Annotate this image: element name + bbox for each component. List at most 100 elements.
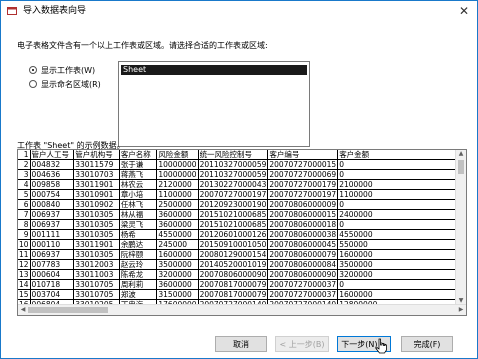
table-cell: 章小培 [119, 189, 158, 200]
table-row: 9 001111 33010305 杨希 4550000 20120601000126 20… [18, 229, 466, 240]
vertical-scrollbar[interactable]: ▲ ▼ [455, 150, 466, 305]
preview-grid[interactable]: 1 管户人工号 管户机构号 客户名称 风险金额 统一风险控制号 客户编号 客户金额 2 00483… [17, 149, 467, 316]
horizontal-scrollbar[interactable]: ◀ ▶ [18, 304, 466, 315]
table-cell: 管户机构号 [73, 150, 120, 160]
table-cell: 0 [337, 279, 466, 290]
table-cell: 3200000 [337, 269, 466, 280]
back-button[interactable]: < 上一步(B) [275, 336, 329, 352]
table-row: 14 010718 33010705 周利莉 3600000 20070817000079… [18, 279, 466, 290]
table-cell: 客户编号 [267, 150, 339, 160]
table-cell: 1100000 [156, 189, 199, 200]
table-cell: 蒋燕飞 [119, 169, 158, 180]
table-cell: 33012003 [73, 259, 120, 270]
table-cell: 4550000 [337, 229, 466, 240]
show-named-ranges-option[interactable]: 显示命名区域(R) [29, 78, 101, 90]
table-cell: 20120601000126 [198, 229, 269, 240]
table-cell: 林农云 [119, 179, 158, 190]
table-row: 3 004636 33010703 蒋燕飞 10000000 20110327000059… [18, 169, 466, 180]
table-row: 2 004832 33011579 张于谦 10000000 20110327000059… [18, 159, 466, 170]
table-cell: 004636 [30, 169, 75, 180]
close-button[interactable]: ✕ [455, 3, 473, 19]
table-cell: 550000 [337, 239, 466, 250]
table-cell: 009858 [30, 179, 75, 190]
row-number-cell: 9 [18, 229, 31, 240]
show-worksheets-option[interactable]: 显示工作表(W) [29, 64, 95, 76]
table-cell: 20070806000090 [267, 269, 339, 280]
cancel-button[interactable]: 取消 [215, 336, 267, 352]
scroll-right-icon[interactable]: ▶ [456, 306, 466, 314]
table-cell: 001111 [30, 229, 75, 240]
table-cell: 010718 [30, 279, 75, 290]
finish-button[interactable]: 完成(F) [401, 336, 453, 352]
row-number-cell: 3 [18, 169, 31, 180]
row-number-cell: 12 [18, 259, 31, 270]
table-cell: 10000000 [156, 159, 199, 170]
row-number-cell: 11 [18, 249, 31, 260]
table-cell: 余鹏达 [119, 239, 158, 250]
table-cell: 杨希 [119, 229, 158, 240]
table-cell: 3500000 [337, 259, 466, 270]
table-cell: 20151021000685 [198, 209, 269, 220]
table-row: 8 006937 33010305 梁灵飞 3600000 20151021000685 2… [18, 219, 466, 230]
table-cell: 任林飞 [119, 199, 158, 210]
scroll-up-icon[interactable]: ▲ [456, 150, 466, 158]
table-cell: 0 [337, 159, 466, 170]
table-cell: 20070727000179 [267, 179, 339, 190]
table-cell: 20070806000018 [267, 219, 339, 230]
row-number-cell: 2 [18, 159, 31, 170]
table-row: 11 006937 33010305 阮梓颐 1600000 20080129000154… [18, 249, 466, 260]
import-wizard-window: 导入数据表向导 ✕ 电子表格文件含有一个以上工作表或区域。请选择合适的工作表或区… [0, 0, 478, 359]
table-cell: 000110 [30, 239, 75, 250]
horizontal-scroll-thumb[interactable] [28, 307, 108, 313]
table-cell: 20070806000084 [267, 259, 339, 270]
window-title: 导入数据表向导 [23, 6, 87, 16]
table-cell: 林从福 [119, 209, 158, 220]
table-cell: 33011003 [73, 269, 120, 280]
table-row: 13 000604 33011003 陈希龙 3200000 20070806000090… [18, 269, 466, 280]
table-cell: 000604 [30, 269, 75, 280]
instruction-text: 电子表格文件含有一个以上工作表或区域。请选择合适的工作表或区域: [17, 41, 268, 50]
table-cell: 33010305 [73, 229, 120, 240]
sheet-list-item[interactable]: Sheet [121, 65, 307, 75]
radio-show-worksheets[interactable] [29, 66, 37, 74]
table-cell: 33010305 [73, 219, 120, 230]
table-cell: 20070727000037 [267, 279, 339, 290]
scroll-left-icon[interactable]: ◀ [18, 306, 28, 314]
table-cell: 客户名称 [119, 150, 158, 160]
table-cell: 管户人工号 [30, 150, 75, 160]
show-named-ranges-label: 显示命名区域(R) [41, 79, 101, 89]
table-cell: 20130227000043 [198, 179, 269, 190]
table-cell: 33010901 [73, 189, 120, 200]
table-cell: 33010703 [73, 169, 120, 180]
table-cell: 20070806000090 [198, 269, 269, 280]
table-cell: 33010705 [73, 289, 120, 300]
table-cell: 梁灵飞 [119, 219, 158, 230]
radio-show-named-ranges[interactable] [29, 80, 37, 88]
table-cell: 003704 [30, 289, 75, 300]
hand-cursor-icon [375, 338, 387, 354]
table-cell: 20070817000079 [198, 279, 269, 290]
table-row: 4 009858 33011901 林农云 2120000 20130227000043 2… [18, 179, 466, 190]
close-icon: ✕ [458, 4, 470, 18]
table-cell: 004832 [30, 159, 75, 170]
preview-table: 1 管户人工号 管户机构号 客户名称 风险金额 统一风险控制号 客户编号 客户金额 2 00483… [18, 150, 466, 315]
vertical-scroll-thumb[interactable] [458, 160, 464, 174]
table-cell: 1600000 [337, 289, 466, 300]
table-cell: 20150910001050 [198, 239, 269, 250]
row-number-cell: 14 [18, 279, 31, 290]
table-cell: 006937 [30, 209, 75, 220]
table-cell: 3600000 [156, 219, 199, 230]
table-cell: 2400000 [337, 209, 466, 220]
table-cell: 33010305 [73, 209, 120, 220]
table-cell: 20070727000037 [267, 289, 339, 300]
table-row: 15 003704 33010705 郑波 3150000 20070817000079 2… [18, 289, 466, 300]
table-header-row: 1 管户人工号 管户机构号 客户名称 风险金额 统一风险控制号 客户编号 客户金额 [18, 150, 466, 160]
table-cell: 20070806000015 [267, 209, 339, 220]
table-cell: 2500000 [156, 199, 199, 210]
sheet-list[interactable]: Sheet [118, 61, 310, 147]
table-cell: 20140520001019 [198, 259, 269, 270]
table-cell: 3500000 [156, 259, 199, 270]
table-cell: 20070727000197 [198, 189, 269, 200]
table-cell: 1600000 [156, 249, 199, 260]
table-cell: 3200000 [156, 269, 199, 280]
